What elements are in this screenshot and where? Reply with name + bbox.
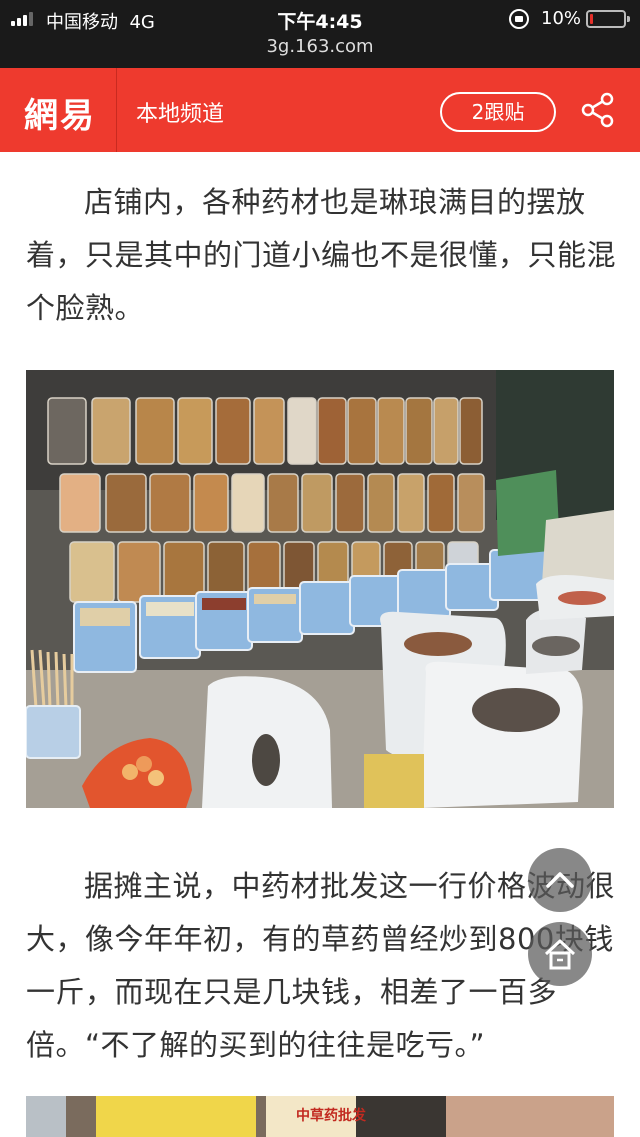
battery-icon [586, 10, 630, 28]
app-header: 網易 本地频道 2跟贴 [0, 68, 640, 152]
status-row: 中国移动 4G 下午4:45 10% [0, 8, 640, 33]
channel-title[interactable]: 本地频道 [136, 96, 224, 128]
address-url[interactable]: 3g.163.com [0, 36, 640, 57]
market-storefront-photo[interactable]: 中草药批发 [26, 1096, 614, 1137]
share-icon[interactable] [580, 92, 616, 128]
chevron-up-icon [546, 872, 574, 888]
comments-button[interactable]: 2跟贴 [440, 92, 556, 132]
header-divider [116, 68, 117, 152]
netease-logo[interactable]: 網易 [24, 88, 96, 137]
herbal-market-photo[interactable] [26, 370, 614, 808]
home-icon [544, 939, 576, 970]
battery-percent: 10% [541, 8, 582, 29]
home-button[interactable] [528, 922, 592, 986]
photo-sign-text: 中草药批发 [296, 1107, 367, 1124]
status-bar: 中国移动 4G 下午4:45 10% 3g.163.com [0, 0, 640, 68]
article-paragraph: 店铺内，各种药材也是琳琅满目的摆放着，只是其中的门道小编也不是很懂，只能混个脸熟… [26, 185, 617, 325]
rotation-lock-icon [509, 9, 529, 29]
scroll-to-top-button[interactable] [528, 848, 592, 912]
